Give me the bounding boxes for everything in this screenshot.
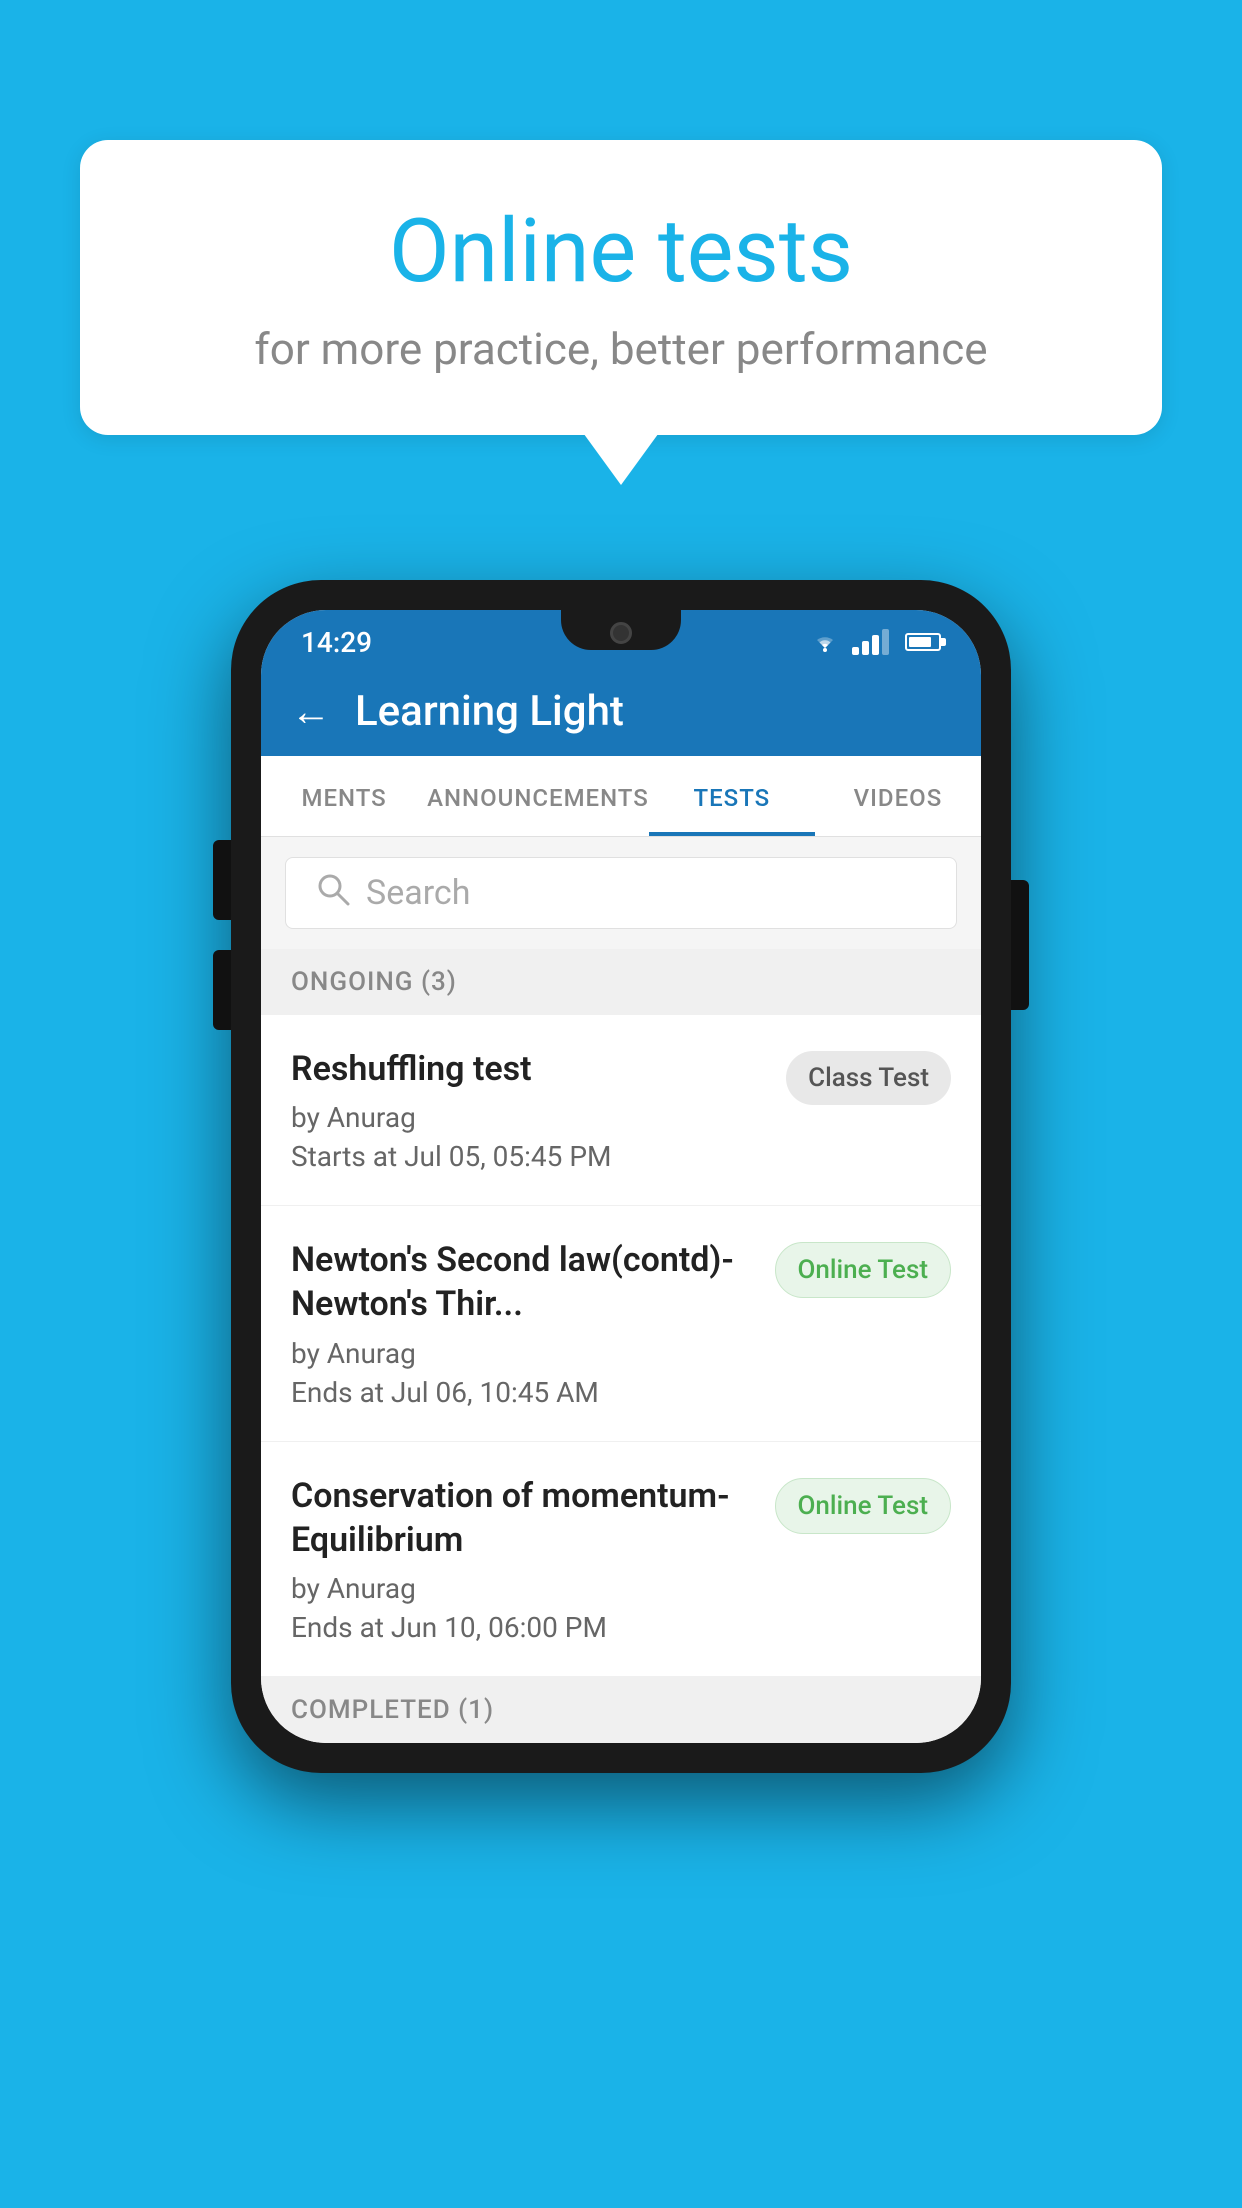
search-container: Search: [261, 837, 981, 949]
status-icons: [810, 629, 941, 655]
tab-videos[interactable]: VIDEOS: [815, 756, 981, 836]
test-name-2: Newton's Second law(contd)-Newton's Thir…: [291, 1238, 751, 1326]
test-item[interactable]: Reshuffling test by Anurag Starts at Jul…: [261, 1015, 981, 1206]
test-date-3: Ends at Jun 10, 06:00 PM: [291, 1611, 751, 1644]
tab-tests[interactable]: TESTS: [649, 756, 815, 836]
search-bar[interactable]: Search: [285, 857, 957, 929]
test-date-2: Ends at Jul 06, 10:45 AM: [291, 1376, 751, 1409]
speech-bubble: Online tests for more practice, better p…: [80, 140, 1162, 435]
test-author-1: by Anurag: [291, 1101, 762, 1134]
test-item[interactable]: Newton's Second law(contd)-Newton's Thir…: [261, 1206, 981, 1441]
test-name-3: Conservation of momentum-Equilibrium: [291, 1474, 751, 1562]
back-button[interactable]: ←: [291, 688, 331, 735]
wifi-icon: [810, 630, 840, 654]
test-name-1: Reshuffling test: [291, 1047, 762, 1091]
app-title: Learning Light: [355, 687, 624, 736]
test-author-2: by Anurag: [291, 1337, 751, 1370]
battery-icon: [905, 633, 941, 651]
completed-section-header: COMPLETED (1): [261, 1677, 981, 1743]
camera-icon: [610, 622, 632, 644]
test-info-2: Newton's Second law(contd)-Newton's Thir…: [291, 1238, 751, 1408]
phone-notch: [561, 610, 681, 650]
bubble-title: Online tests: [160, 200, 1082, 303]
status-time: 14:29: [301, 626, 372, 659]
tab-ments[interactable]: MENTS: [261, 756, 427, 836]
search-placeholder: Search: [366, 873, 470, 913]
test-author-3: by Anurag: [291, 1572, 751, 1605]
test-date-1: Starts at Jul 05, 05:45 PM: [291, 1140, 762, 1173]
signal-bars: [852, 629, 889, 655]
bubble-subtitle: for more practice, better performance: [160, 323, 1082, 375]
promo-bubble: Online tests for more practice, better p…: [80, 140, 1162, 435]
search-icon: [316, 872, 350, 915]
tabs-container: MENTS ANNOUNCEMENTS TESTS VIDEOS: [261, 756, 981, 837]
test-info-3: Conservation of momentum-Equilibrium by …: [291, 1474, 751, 1644]
test-item[interactable]: Conservation of momentum-Equilibrium by …: [261, 1442, 981, 1677]
phone-mockup: 14:29: [231, 580, 1011, 1773]
app-header: ← Learning Light: [261, 666, 981, 756]
test-badge-3: Online Test: [775, 1478, 952, 1534]
phone-outer: 14:29: [231, 580, 1011, 1773]
test-badge-2: Online Test: [775, 1242, 952, 1298]
phone-screen: 14:29: [261, 610, 981, 1743]
tab-announcements[interactable]: ANNOUNCEMENTS: [427, 756, 649, 836]
test-info-1: Reshuffling test by Anurag Starts at Jul…: [291, 1047, 762, 1173]
ongoing-section-header: ONGOING (3): [261, 949, 981, 1015]
test-badge-1: Class Test: [786, 1051, 951, 1105]
